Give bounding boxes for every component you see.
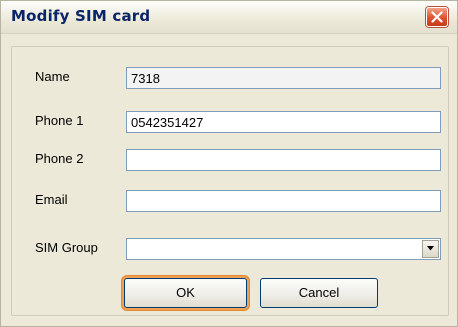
dialog-title: Modify SIM card (11, 7, 151, 25)
name-field[interactable] (126, 67, 441, 89)
close-icon (431, 11, 443, 23)
title-bar[interactable]: Modify SIM card (1, 1, 457, 34)
phone1-field[interactable] (126, 111, 441, 133)
modify-sim-dialog: Modify SIM card Name Phone 1 Phone 2 Ema… (0, 0, 458, 327)
sim-group-dropdown-button[interactable] (422, 240, 439, 258)
close-button[interactable] (426, 7, 448, 27)
email-field[interactable] (126, 190, 441, 212)
phone1-label: Phone 1 (35, 113, 84, 128)
phone2-field[interactable] (126, 149, 441, 171)
sim-group-label: SIM Group (35, 240, 98, 255)
phone2-label: Phone 2 (35, 151, 84, 166)
name-label: Name (35, 69, 70, 84)
ok-button[interactable]: OK (124, 278, 247, 308)
email-label: Email (35, 192, 68, 207)
cancel-button[interactable]: Cancel (260, 278, 378, 308)
chevron-down-icon (427, 246, 434, 251)
sim-group-select[interactable] (126, 238, 441, 260)
